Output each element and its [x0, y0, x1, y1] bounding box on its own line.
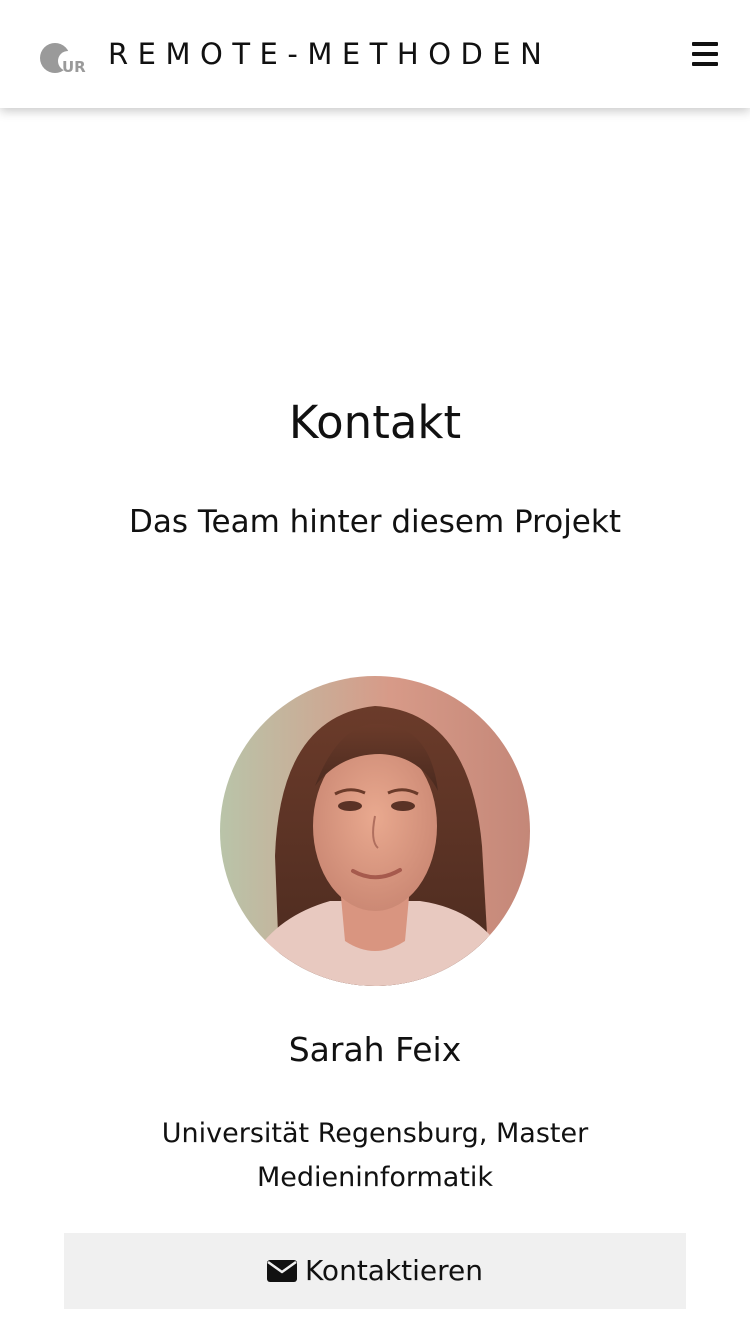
- portrait-image: [220, 676, 530, 986]
- site-brand-title[interactable]: REMOTE-METHODEN: [108, 34, 551, 74]
- contact-button[interactable]: Kontaktieren: [64, 1233, 686, 1309]
- top-navbar: UR REMOTE-METHODEN: [0, 0, 750, 108]
- hamburger-menu-button[interactable]: [686, 36, 724, 72]
- member-avatar-photo: [220, 676, 530, 986]
- ur-logo-icon: UR: [40, 43, 86, 76]
- envelope-icon: [266, 1260, 297, 1282]
- member-name: Sarah Feix: [288, 1030, 462, 1069]
- hamburger-menu-icon-bar-top: [692, 42, 718, 46]
- hamburger-menu-icon-bar-middle: [692, 52, 718, 56]
- logo-text: UR: [62, 58, 86, 75]
- page-subtitle: Das Team hinter diesem Projekt: [128, 504, 621, 540]
- contact-button-label: Kontaktieren: [304, 1254, 484, 1287]
- member-affiliation: Universität Regensburg, Master Medieninf…: [161, 1118, 589, 1193]
- university-logo[interactable]: UR: [40, 41, 86, 76]
- hamburger-menu-icon-bar-bottom: [692, 62, 718, 66]
- page-title: Kontakt: [288, 396, 462, 449]
